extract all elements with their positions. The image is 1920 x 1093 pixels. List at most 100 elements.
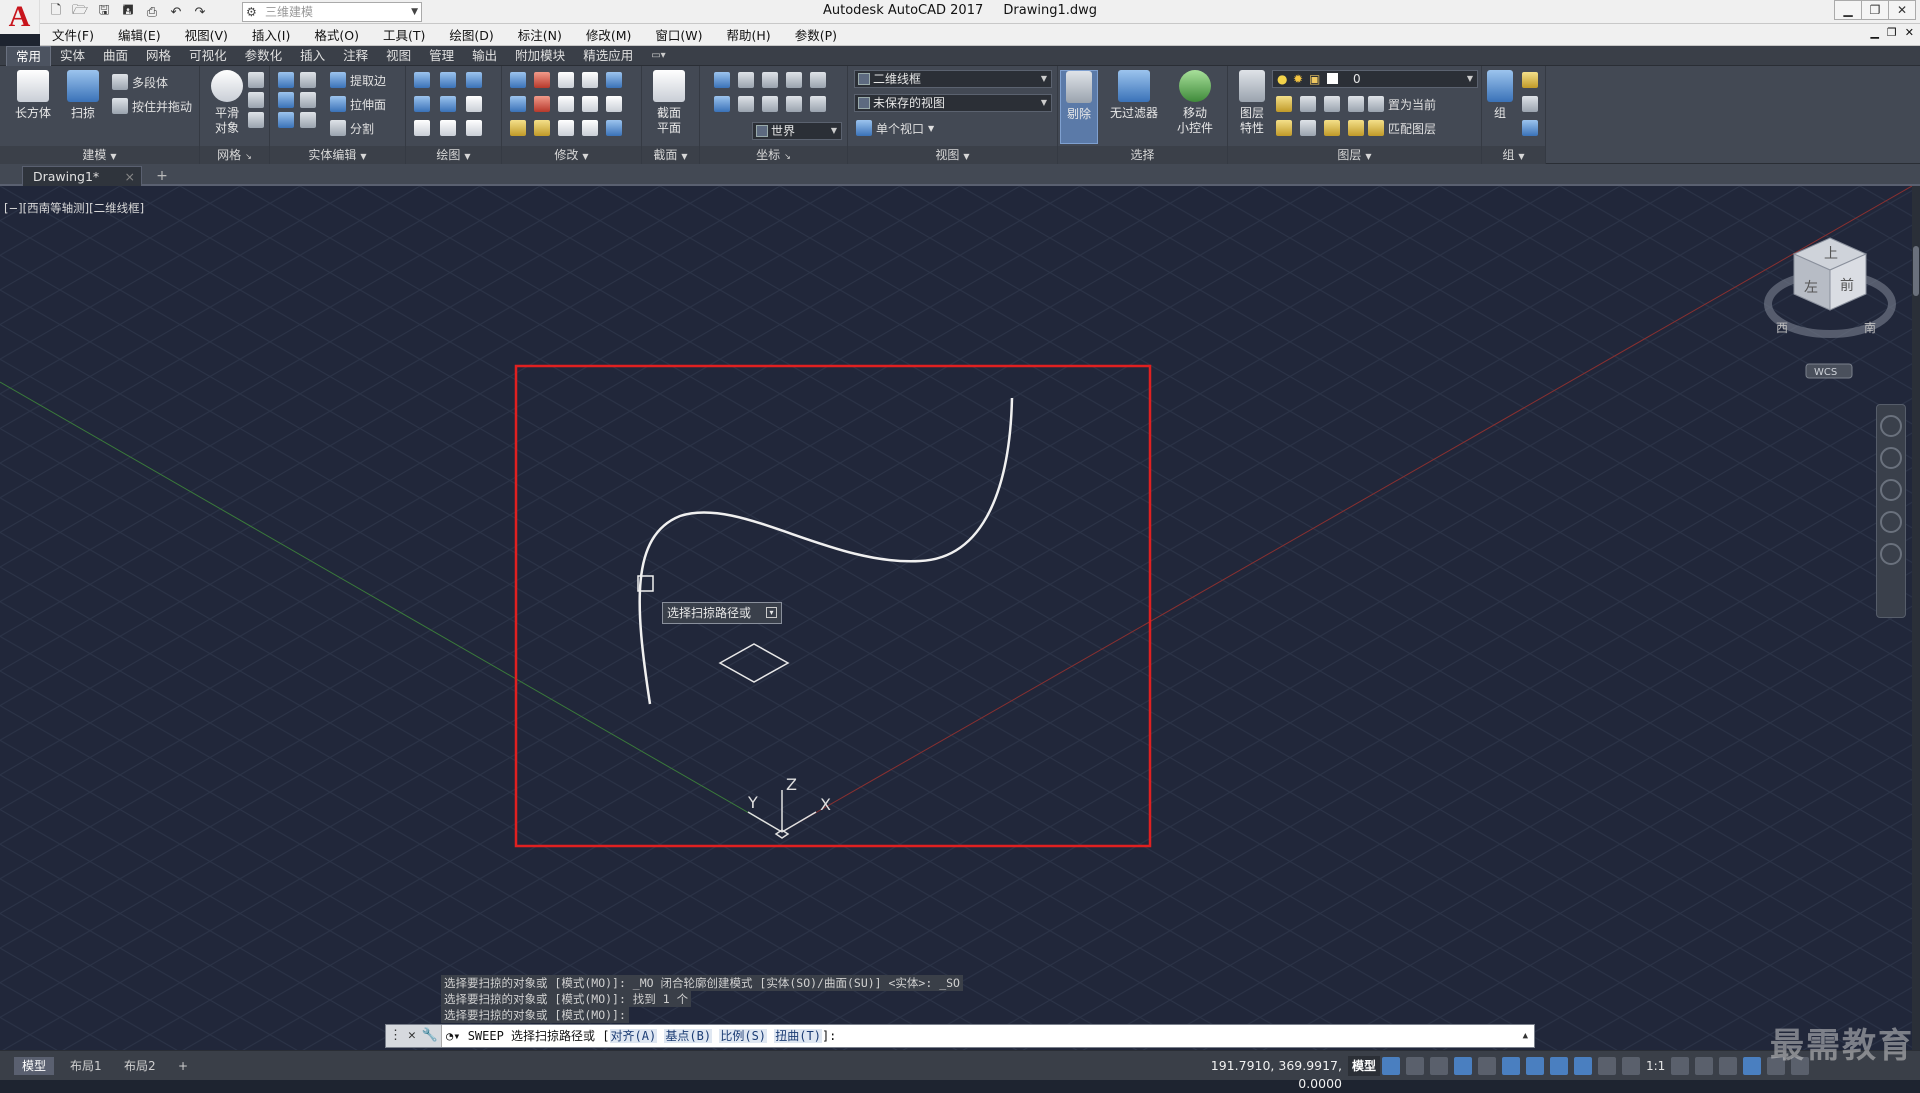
compass-south[interactable]: 南 [1864, 320, 1876, 335]
drawing-viewport[interactable]: Z Y X 上 左 前 西 南 WCS [−][西南等轴测][二维线框] 选择扫… [0, 186, 1912, 1050]
group-edit-icon[interactable] [1522, 96, 1538, 112]
ucs-face-icon[interactable] [810, 96, 826, 112]
panel-label-view[interactable]: 视图 ▼ [848, 146, 1057, 164]
option-align[interactable]: 对齐(A) [609, 1029, 658, 1043]
ortho-icon[interactable] [1430, 1057, 1448, 1075]
menu-format[interactable]: 格式(O) [314, 25, 359, 44]
join-icon[interactable] [606, 120, 622, 136]
osnap-icon[interactable] [1526, 1057, 1544, 1075]
extract-edges-button[interactable]: 提取边 [330, 70, 386, 90]
panel-label-solid-edit[interactable]: 实体编辑 ▼ [270, 146, 405, 164]
mirror-icon[interactable] [582, 96, 598, 112]
extrude-faces-button[interactable]: 拉伸面 [330, 94, 386, 114]
array-icon[interactable] [534, 72, 550, 88]
menu-dimension[interactable]: 标注(N) [518, 25, 562, 44]
smooth-object-button[interactable]: 平滑 对象 [204, 70, 250, 144]
annotation-monitor-icon[interactable] [1695, 1057, 1714, 1075]
circle-icon[interactable] [466, 96, 482, 112]
menu-help[interactable]: 帮助(H) [727, 25, 771, 44]
group-select-icon[interactable] [1522, 120, 1538, 136]
polar-icon[interactable] [1454, 1057, 1472, 1075]
presspull-button[interactable]: 按住并拖动 [112, 96, 192, 116]
panel-label-groups[interactable]: 组 ▼ [1482, 146, 1545, 164]
layer-off-icon[interactable] [1276, 96, 1292, 112]
tab-home[interactable]: 常用 [6, 45, 52, 66]
tab-surface[interactable]: 曲面 [94, 46, 137, 66]
rectangle-icon[interactable] [440, 120, 456, 136]
close-icon[interactable]: ✕ [408, 1025, 416, 1047]
menu-window[interactable]: 窗口(W) [655, 25, 702, 44]
tab-layout2[interactable]: 布局2 [116, 1057, 164, 1075]
ungroup-icon[interactable] [1522, 72, 1538, 88]
doc-minimize-icon[interactable]: ▁ [1870, 26, 1878, 39]
ucs-world-icon[interactable] [714, 96, 730, 112]
panel-label-coordinates[interactable]: 坐标 ↘ [700, 146, 847, 164]
stretch-icon[interactable] [558, 120, 574, 136]
sweep-button[interactable]: 扫掠 [60, 70, 106, 144]
viewport-config-button[interactable]: 单个视口 ▼ [856, 118, 934, 138]
tab-layout1[interactable]: 布局1 [62, 1057, 110, 1075]
minimize-icon[interactable]: ▁ [1834, 0, 1862, 20]
wrench-icon[interactable]: 🔧 [422, 1025, 438, 1047]
chamfer-icon[interactable] [606, 96, 622, 112]
compass-west[interactable]: 西 [1776, 321, 1788, 335]
tab-solid[interactable]: 实体 [51, 46, 94, 66]
tab-model[interactable]: 模型 [14, 1057, 55, 1075]
extrude-face-icon[interactable] [300, 92, 316, 108]
otrack-icon[interactable] [1502, 1057, 1520, 1075]
viewcube-top[interactable]: 上 [1824, 246, 1838, 262]
tab-view[interactable]: 视图 [377, 46, 420, 66]
doc-tab-drawing1[interactable]: Drawing1* × [22, 166, 142, 186]
tab-addins[interactable]: 附加模块 [506, 46, 574, 66]
new-tab-button[interactable]: + [152, 168, 172, 184]
ucs-icon[interactable] [714, 72, 730, 88]
grid-icon[interactable] [1382, 1057, 1400, 1075]
model-space-button[interactable]: 模型 [1348, 1056, 1381, 1076]
layer-on-icon[interactable] [1276, 120, 1292, 136]
option-twist[interactable]: 扭曲(T) [774, 1029, 822, 1043]
tab-annotate[interactable]: 注释 [334, 46, 377, 66]
viewcube-left[interactable]: 左 [1804, 280, 1818, 296]
visual-style-select[interactable]: 二维线框 ▼ [854, 70, 1052, 88]
spline-icon[interactable] [414, 96, 430, 112]
command-prompt[interactable]: ◔▾ SWEEP 选择扫掠路径或 [对齐(A) 基点(B) 比例(S) 扭曲(T… [446, 1025, 836, 1047]
intersect-icon[interactable] [278, 112, 294, 128]
layer-isolate-icon[interactable] [1300, 96, 1316, 112]
mesh-refine-icon[interactable] [248, 72, 264, 88]
dynamic-input-tooltip[interactable]: 选择扫掠路径或 ▾ [662, 602, 782, 624]
doc-restore-icon[interactable]: ❐ [1887, 26, 1897, 39]
arc-icon[interactable] [466, 72, 482, 88]
menu-params[interactable]: 参数(P) [795, 25, 837, 44]
menu-insert[interactable]: 插入(I) [252, 25, 290, 44]
selection-cycling-icon[interactable] [1574, 1057, 1592, 1075]
option-scale[interactable]: 比例(S) [719, 1029, 768, 1043]
slice-icon[interactable] [300, 112, 316, 128]
panel-label-modeling[interactable]: 建模 ▼ [0, 146, 199, 164]
restore-icon[interactable]: ❐ [1861, 0, 1889, 20]
autocad-logo[interactable]: A [0, 0, 40, 34]
erase-icon[interactable] [510, 120, 526, 136]
tab-mesh[interactable]: 网格 [137, 46, 180, 66]
line-icon[interactable] [440, 96, 456, 112]
snap-icon[interactable] [1406, 1057, 1424, 1075]
add-layout-button[interactable]: + [170, 1057, 196, 1075]
trim-icon[interactable] [510, 72, 526, 88]
doc-close-icon[interactable]: ✕ [1905, 26, 1914, 39]
wcs-label[interactable]: WCS [1814, 367, 1837, 378]
tab-parametric[interactable]: 参数化 [236, 46, 292, 66]
panel-label-draw[interactable]: 绘图 ▼ [406, 146, 501, 164]
move-icon[interactable] [558, 72, 574, 88]
polyline-icon[interactable] [414, 72, 430, 88]
layer-thaw-icon[interactable] [1324, 120, 1340, 136]
ucs-select[interactable]: 世界 ▼ [752, 122, 842, 140]
close-icon[interactable]: ✕ [1888, 0, 1916, 20]
steering-wheel-icon[interactable] [1880, 415, 1902, 437]
box-button[interactable]: 长方体 [10, 70, 56, 144]
menu-draw[interactable]: 绘图(D) [449, 25, 493, 44]
viewcube-front[interactable]: 前 [1840, 277, 1854, 294]
layer-properties-button[interactable]: 图层 特性 [1230, 70, 1274, 144]
layer-unisolate-icon[interactable] [1300, 120, 1316, 136]
layer-freeze-icon[interactable] [1324, 96, 1340, 112]
explode-icon[interactable] [534, 120, 550, 136]
option-basepoint[interactable]: 基点(B) [664, 1029, 713, 1043]
